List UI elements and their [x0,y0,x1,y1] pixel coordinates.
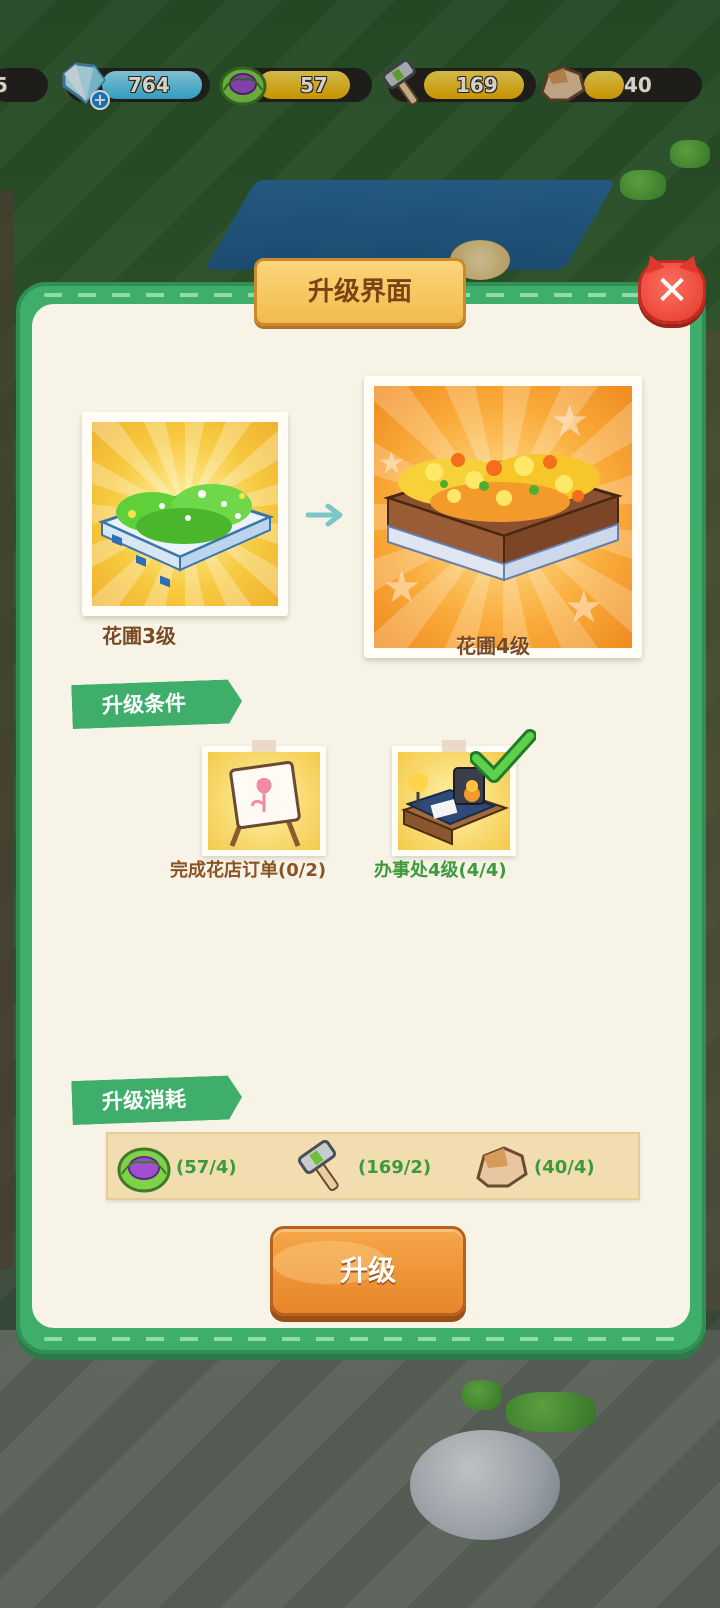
next-building-card: ★ ★ ★ ★ [364,376,642,658]
cost-label-hammer: (169/2) [358,1157,432,1178]
close-button[interactable]: ✕ [638,252,706,324]
panel-border-bottom [44,1337,678,1341]
card-sunburst [92,422,278,606]
flowerbed-level-4-icon [383,453,623,582]
current-building-card [82,412,288,616]
cabbage-icon [117,1147,171,1193]
flower-sign-icon [229,760,301,847]
upgrade-button[interactable]: 升级 [270,1226,466,1316]
hammer-icon [297,1140,339,1192]
next-level-label: 花圃4级 [456,634,530,658]
card-sunburst: ★ ★ ★ ★ [374,386,632,648]
conditions-header: 升级条件 [71,679,242,729]
arrow-right-icon [306,503,343,527]
cost-label-cabbage: (57/4) [176,1157,237,1178]
condition-label-office-level: 办事处4级(4/4) [374,860,507,881]
cost-strip: (57/4) (169/2) (40/4) [106,1132,640,1200]
condition-card-flower-orders[interactable] [202,740,326,856]
stone-icon [476,1146,528,1188]
cost-header: 升级消耗 [71,1075,242,1125]
flowerbed-level-3-icon [97,484,275,588]
checkmark-icon [470,729,536,783]
cost-label-stone: (40/4) [534,1157,595,1178]
dialog-title: 升级界面 [254,258,466,326]
condition-label-flower-orders: 完成花店订单(0/2) [170,860,327,881]
close-icon: ✕ [655,268,689,314]
condition-card-bg [208,752,320,850]
current-level-label: 花圃3级 [102,624,176,648]
